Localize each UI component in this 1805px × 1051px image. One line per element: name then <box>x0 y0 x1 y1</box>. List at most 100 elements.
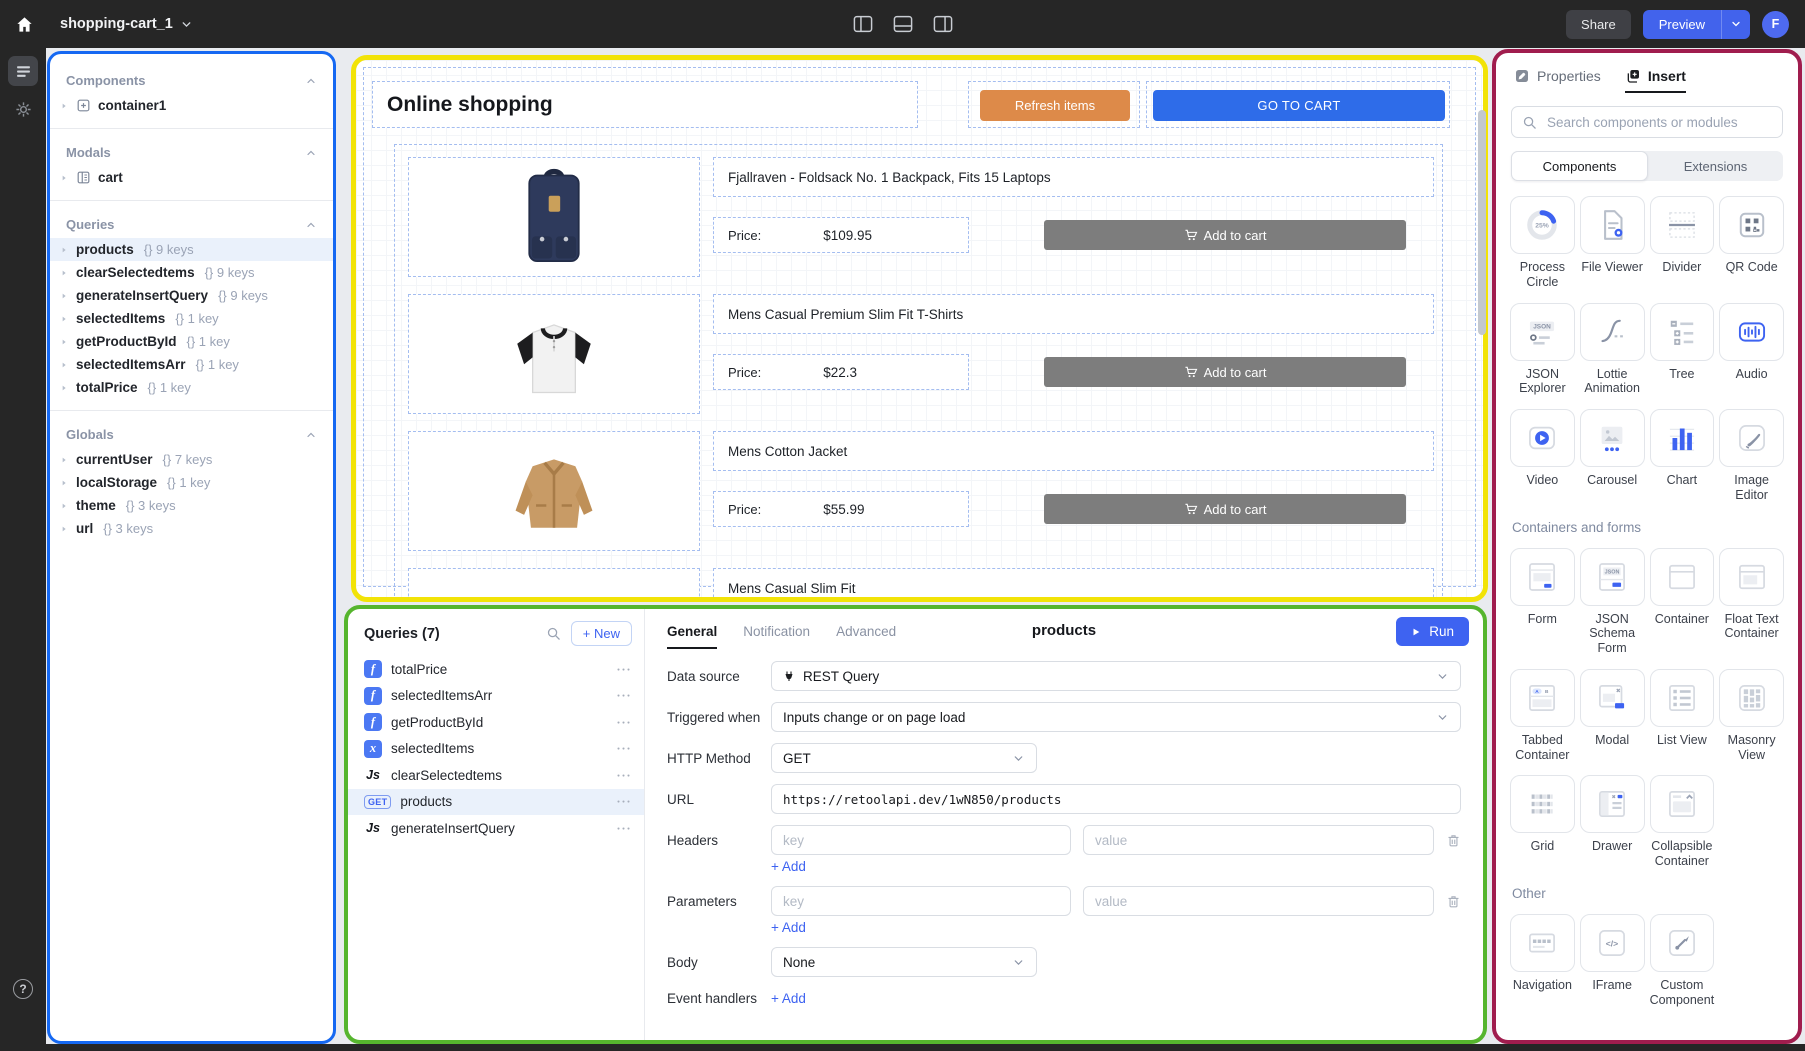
collapse-section-icon[interactable] <box>305 147 317 159</box>
tab-notification[interactable]: Notification <box>743 609 810 653</box>
refresh-items-button[interactable]: Refresh items <box>980 90 1130 121</box>
component-tile[interactable]: Custom Component <box>1650 914 1715 1008</box>
preview-dropdown-button[interactable] <box>1721 10 1750 39</box>
component-tile[interactable]: Container <box>1650 548 1715 656</box>
preview-button[interactable]: Preview <box>1643 10 1721 39</box>
product-name[interactable]: Fjallraven - Foldsack No. 1 Backpack, Fi… <box>713 157 1434 197</box>
component-tile[interactable]: Lottie Animation <box>1580 303 1645 397</box>
query-list-item[interactable]: x selectedItems <box>348 736 644 763</box>
global-tree-item[interactable]: currentUser {} 7 keys <box>50 448 333 471</box>
component-tile[interactable]: Modal <box>1580 669 1645 763</box>
product-image-box[interactable] <box>408 431 700 551</box>
toggle-left-panel-icon[interactable] <box>853 15 873 33</box>
query-list-item[interactable]: Js generateInsertQuery <box>348 815 644 842</box>
toggle-bottom-panel-icon[interactable] <box>893 15 913 33</box>
global-tree-item[interactable]: theme {} 3 keys <box>50 494 333 517</box>
product-name[interactable]: Mens Casual Premium Slim Fit T-Shirts <box>713 294 1434 334</box>
query-tree-item[interactable]: totalPrice {} 1 key <box>50 376 333 399</box>
global-tree-item[interactable]: url {} 3 keys <box>50 517 333 540</box>
product-price[interactable]: Price: $109.95 <box>713 217 969 253</box>
component-tile[interactable]: Chart <box>1650 409 1715 503</box>
component-tile[interactable]: Video <box>1510 409 1575 503</box>
title-component[interactable]: Online shopping <box>372 81 918 128</box>
http-method-select[interactable]: GET <box>771 743 1037 773</box>
component-tile[interactable]: Navigation <box>1510 914 1575 1008</box>
product-image-box[interactable] <box>408 568 700 597</box>
url-input[interactable] <box>771 784 1461 814</box>
query-tree-item[interactable]: clearSelectedtems {} 9 keys <box>50 261 333 284</box>
new-query-button[interactable]: + New <box>571 621 632 646</box>
body-select[interactable]: None <box>771 947 1037 977</box>
product-price[interactable]: Price: $55.99 <box>713 491 969 527</box>
add-parameter-link[interactable]: + Add <box>771 920 806 935</box>
add-to-cart-button[interactable]: Add to cart <box>1044 220 1406 250</box>
component-tile[interactable]: Tree <box>1650 303 1715 397</box>
trash-icon[interactable] <box>1446 894 1461 909</box>
query-list-item[interactable]: f selectedItemsArr <box>348 683 644 710</box>
more-options-icon[interactable] <box>616 799 631 804</box>
component-tile[interactable]: AB Tabbed Container <box>1510 669 1575 763</box>
header-key-input[interactable] <box>771 825 1071 855</box>
component-tile[interactable]: File Viewer <box>1580 196 1645 290</box>
more-options-icon[interactable] <box>616 693 631 698</box>
add-to-cart-button[interactable]: Add to cart <box>1044 357 1406 387</box>
parameter-key-input[interactable] <box>771 886 1071 916</box>
product-price[interactable]: Price: $22.3 <box>713 354 969 390</box>
add-header-link[interactable]: + Add <box>771 859 806 874</box>
component-tile[interactable]: Drawer <box>1580 775 1645 869</box>
toggle-right-panel-icon[interactable] <box>933 15 953 33</box>
component-tile[interactable]: 25% Process Circle <box>1510 196 1575 290</box>
tree-item[interactable]: cart <box>50 166 333 189</box>
tab-insert[interactable]: Insert <box>1625 68 1686 93</box>
component-tile[interactable]: QR Code <box>1719 196 1784 290</box>
component-tile[interactable]: Carousel <box>1580 409 1645 503</box>
more-options-icon[interactable] <box>616 720 631 725</box>
data-source-select[interactable]: REST Query <box>771 661 1461 691</box>
settings-rail-button[interactable] <box>8 94 38 124</box>
go-to-cart-button[interactable]: GO TO CART <box>1153 90 1445 121</box>
tree-item[interactable]: container1 <box>50 94 333 117</box>
home-button[interactable] <box>0 0 48 48</box>
collapse-section-icon[interactable] <box>305 219 317 231</box>
component-tile[interactable]: Divider <box>1650 196 1715 290</box>
product-image-box[interactable] <box>408 157 700 277</box>
more-options-icon[interactable] <box>616 826 631 831</box>
component-tile[interactable]: Audio <box>1719 303 1784 397</box>
header-value-input[interactable] <box>1083 825 1434 855</box>
run-query-button[interactable]: Run <box>1396 617 1469 646</box>
segment-components[interactable]: Components <box>1511 151 1648 181</box>
query-tree-item[interactable]: selectedItems {} 1 key <box>50 307 333 330</box>
component-tile[interactable]: Grid <box>1510 775 1575 869</box>
query-tree-item[interactable]: generateInsertQuery {} 9 keys <box>50 284 333 307</box>
tab-advanced[interactable]: Advanced <box>836 609 896 653</box>
query-list-item[interactable]: Js clearSelectedtems <box>348 762 644 789</box>
product-image-box[interactable] <box>408 294 700 414</box>
add-event-handler-link[interactable]: + Add <box>771 991 806 1006</box>
more-options-icon[interactable] <box>616 773 631 778</box>
parameter-value-input[interactable] <box>1083 886 1434 916</box>
component-tile[interactable]: List View <box>1650 669 1715 763</box>
trash-icon[interactable] <box>1446 833 1461 848</box>
component-tile[interactable]: Form <box>1510 548 1575 656</box>
query-tree-item[interactable]: getProductById {} 1 key <box>50 330 333 353</box>
scrollbar-thumb[interactable] <box>1478 110 1486 335</box>
query-tree-item[interactable]: selectedItemsArr {} 1 key <box>50 353 333 376</box>
product-name[interactable]: Mens Casual Slim Fit <box>713 568 1434 597</box>
app-title-menu[interactable]: shopping-cart_1 <box>60 16 193 32</box>
component-tile[interactable]: Image Editor <box>1719 409 1784 503</box>
query-list-item[interactable]: GET products <box>348 789 644 816</box>
component-tile[interactable]: JSON JSON Explorer <box>1510 303 1575 397</box>
segment-extensions[interactable]: Extensions <box>1648 151 1783 181</box>
help-button[interactable]: ? <box>13 979 33 999</box>
collapse-section-icon[interactable] <box>305 75 317 87</box>
add-to-cart-button[interactable]: Add to cart <box>1044 494 1406 524</box>
component-tile[interactable]: Collapsible Container <box>1650 775 1715 869</box>
collapse-section-icon[interactable] <box>305 429 317 441</box>
canvas-surface[interactable]: Online shopping Refresh items GO TO CART… <box>356 60 1483 597</box>
query-list-item[interactable]: f totalPrice <box>348 656 644 683</box>
triggered-when-select[interactable]: Inputs change or on page load <box>771 702 1461 732</box>
component-tile[interactable]: Masonry View <box>1719 669 1784 763</box>
more-options-icon[interactable] <box>616 746 631 751</box>
tab-properties[interactable]: Properties <box>1514 68 1601 93</box>
tab-general[interactable]: General <box>667 609 717 653</box>
